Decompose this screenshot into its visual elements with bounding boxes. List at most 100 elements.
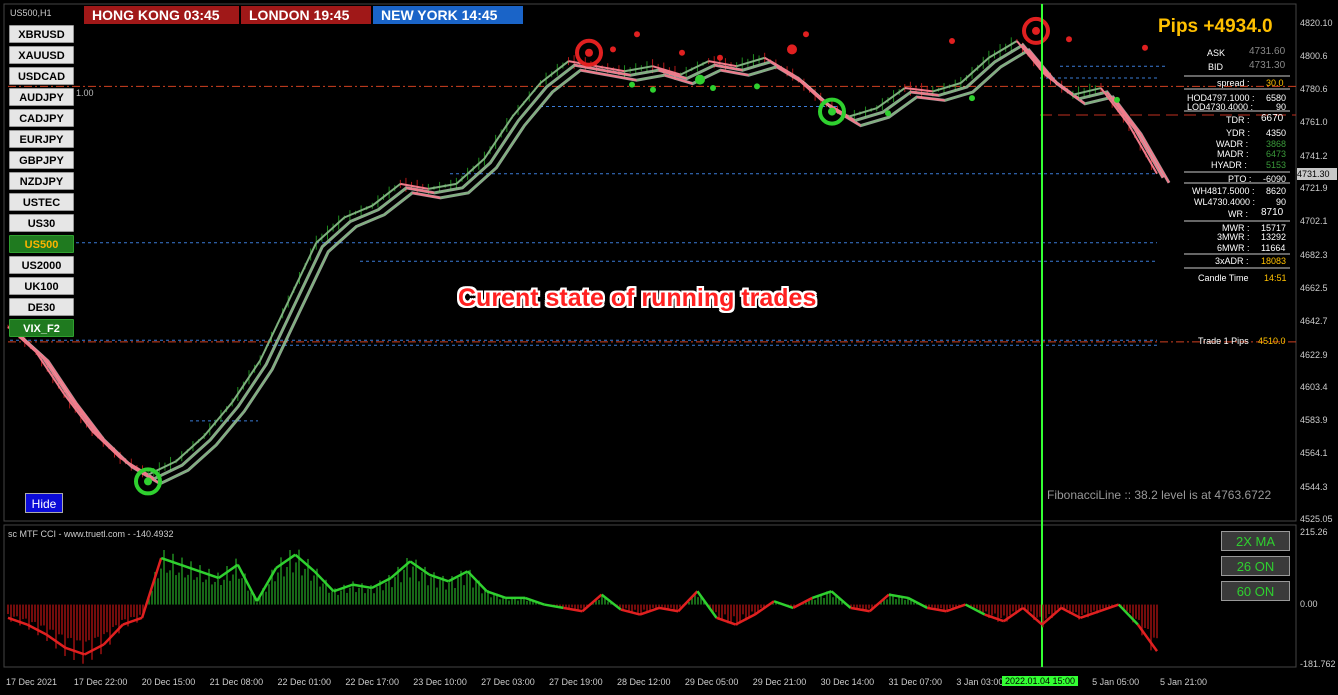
time-tick-label: 23 Dec 10:00 [413, 677, 467, 687]
price-line [91, 430, 121, 459]
price-tick-label: 4603.4 [1300, 382, 1328, 393]
current-price-label: 4731.30 [1297, 168, 1337, 180]
indicator-title: sc MTF CCI - www.truetl.com - -140.4932 [8, 529, 174, 539]
pto-label: PTO : [1228, 174, 1252, 184]
madr-value: 6473 [1266, 149, 1287, 159]
indicator-line [217, 563, 239, 579]
indicator-2x-ma-button[interactable]: 2X MA [1221, 531, 1290, 551]
indicator-line [1022, 606, 1043, 626]
ma-line-slow [1140, 133, 1170, 184]
sell-dot [679, 49, 685, 56]
symbol-button-usdcad[interactable]: USDCAD [9, 67, 74, 85]
price-tick-label: 4800.6 [1300, 50, 1328, 61]
ma-line-slow-outline [18, 48, 1171, 486]
price-line [428, 182, 457, 190]
price-tick-label: 4702.1 [1300, 216, 1328, 227]
indicator-line [179, 563, 200, 573]
candle-time-label: Candle Time [1198, 273, 1249, 283]
price-line [764, 56, 794, 76]
sell-dot [717, 54, 723, 61]
symbol-button-uk100[interactable]: UK100 [9, 277, 74, 295]
price-line [680, 60, 710, 76]
symbol-button-de30[interactable]: DE30 [9, 298, 74, 316]
ma-line-slow [551, 69, 582, 93]
time-tick-label: 31 Dec 07:00 [888, 677, 943, 687]
price-line [147, 460, 177, 476]
buy-dot [1114, 96, 1120, 103]
indicator-line [1117, 603, 1139, 626]
adr3-value: 18083 [1261, 256, 1287, 266]
symbol-button-eurjpy[interactable]: EURJPY [9, 130, 74, 148]
main-price-chart[interactable] [0, 0, 1338, 695]
hide-button[interactable]: Hide [25, 493, 63, 513]
buy-dot [650, 86, 656, 93]
price-tick-label: 4544.3 [1300, 481, 1328, 492]
symbol-button-us30[interactable]: US30 [9, 214, 74, 232]
time-tick-label: 27 Dec 19:00 [549, 677, 603, 687]
symbol-button-cadjpy[interactable]: CADJPY [9, 109, 74, 127]
price-tick-label: 4642.7 [1300, 316, 1328, 327]
price-tick-label: 4662.5 [1300, 282, 1328, 293]
indicator-line [1060, 606, 1081, 619]
buy-dot [754, 83, 760, 90]
indicator-60-on-button[interactable]: 60 ON [1221, 581, 1290, 601]
ma-line-fast [69, 397, 99, 436]
indicator-26-on-button[interactable]: 26 ON [1221, 556, 1290, 576]
sell-dot [634, 31, 640, 38]
symbol-button-audjpy[interactable]: AUDJPY [9, 88, 74, 106]
ma-line-slow [75, 402, 105, 441]
candle-time-value: 14:51 [1264, 273, 1287, 283]
indicator-tick-label: -181.762 [1300, 659, 1336, 669]
fibonacci-info: FibonacciLine :: 38.2 level is at 4763.6… [1047, 488, 1272, 502]
price-tick-label: 4622.9 [1300, 349, 1328, 360]
price-line [63, 393, 93, 432]
ma-line-slow [440, 191, 469, 199]
ma-line-fast [41, 355, 71, 399]
time-tick-label: 22 Dec 01:00 [277, 677, 332, 687]
wadr-label: WADR : [1216, 139, 1249, 149]
indicator-line [371, 576, 392, 590]
price-tick-label: 4682.3 [1300, 249, 1328, 260]
price-tick-label: 4780.6 [1300, 84, 1328, 95]
indicator-line [65, 646, 86, 656]
ma-line-slow [47, 360, 77, 404]
adr3-label: 3xADR : [1215, 256, 1249, 266]
time-tick-label: 22 Dec 17:00 [345, 677, 399, 687]
time-tick-label: 5 Jan 21:00 [1160, 677, 1208, 687]
symbol-button-gbpjpy[interactable]: GBPJPY [9, 151, 74, 169]
symbol-button-nzdjpy[interactable]: NZDJPY [9, 172, 74, 190]
indicator-line [620, 608, 641, 616]
symbol-button-vix-f2[interactable]: VIX_F2 [9, 319, 74, 337]
trading-terminal: US500,H1 HONG KONG 03:45 LONDON 19:45 NE… [0, 0, 1338, 695]
price-line [287, 242, 318, 302]
annotation-text: Curent state of running trades [458, 284, 817, 312]
sell-dot [1142, 44, 1148, 51]
ma-line-fast [1106, 91, 1136, 130]
wh-value: 8620 [1266, 186, 1287, 196]
symbol-button-xauusd[interactable]: XAUUSD [9, 46, 74, 64]
mwr3-value: 13292 [1261, 232, 1287, 242]
level-label: 1.00 [76, 88, 94, 98]
indicator-line [830, 590, 852, 609]
hyadr-label: HYADR : [1211, 160, 1247, 170]
lod-label: LOD4730.4000 : [1187, 102, 1254, 112]
price-line [343, 204, 373, 219]
ma-line-slow [888, 96, 918, 119]
wh-label: WH4817.5000 : [1192, 186, 1255, 196]
price-line [1100, 87, 1130, 126]
symbol-button-us2000[interactable]: US2000 [9, 256, 74, 274]
ma-line-fast [882, 91, 912, 114]
price-line [988, 40, 1018, 59]
price-tick-label: 4741.2 [1300, 150, 1328, 161]
symbol-button-xbrusd[interactable]: XBRUSD [9, 25, 74, 43]
sell-signal-dot [585, 48, 593, 57]
symbol-button-us500[interactable]: US500 [9, 235, 74, 253]
price-tick-label: 4583.9 [1300, 415, 1328, 426]
price-line [259, 301, 290, 361]
indicator-line [294, 553, 316, 573]
wadr-value: 3868 [1266, 139, 1287, 149]
price-line [35, 351, 65, 395]
highlight-time-label: 2022.01.04 15:00 [1002, 676, 1079, 686]
indicator-line [1079, 610, 1100, 620]
symbol-button-ustec[interactable]: USTEC [9, 193, 74, 211]
